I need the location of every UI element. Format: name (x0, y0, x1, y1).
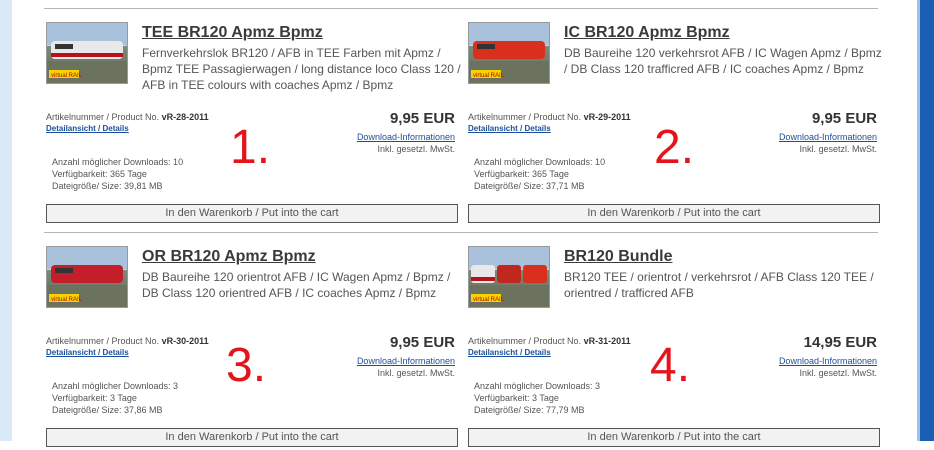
annotation-number-4: 4. (650, 339, 691, 392)
price: 14,95 EUR (803, 334, 877, 351)
left-frame (0, 0, 12, 441)
download-info-link[interactable]: Download-Informationen (779, 356, 877, 366)
price: 9,95 EUR (389, 110, 455, 127)
product-thumbnail[interactable]: virtual RAIL (468, 246, 550, 308)
annotation-number-3: 3. (226, 339, 267, 392)
product-card-2: virtual RAIL IC BR120 Apmz Bpmz DB Baure… (468, 12, 888, 226)
availability: Verfügbarkeit: 3 Tage (52, 393, 137, 403)
download-count: Anzahl möglicher Downloads: 10 (52, 157, 184, 167)
download-info-link[interactable]: Download-Informationen (779, 132, 877, 142)
file-size: Dateigröße/ Size: 77,79 MB (474, 405, 585, 415)
add-to-cart-button[interactable]: In den Warenkorb / Put into the cart (46, 204, 458, 223)
tax-note: Inkl. gesetzl. MwSt. (799, 368, 877, 378)
product-thumbnail[interactable]: virtual RAIL (468, 22, 550, 84)
train-image-icon: virtual RAIL (47, 247, 127, 307)
price: 9,95 EUR (389, 334, 455, 351)
product-thumbnail[interactable]: virtual RAIL (46, 22, 128, 84)
product-description: BR120 TEE / orientrot / verkehrsrot / AF… (564, 270, 874, 300)
details-link[interactable]: Detailansicht / Details (468, 348, 551, 357)
article-number: Artikelnummer / Product No. vR-29-2011 (468, 112, 631, 122)
availability: Verfügbarkeit: 365 Tage (52, 169, 147, 179)
annotation-number-2: 2. (654, 121, 695, 174)
product-card-1: virtual RAIL TEE BR120 Apmz Bpmz Fernver… (46, 12, 466, 226)
product-thumbnail[interactable]: virtual RAIL (46, 246, 128, 308)
product-description: DB Baureihe 120 orientrot AFB / IC Wagen… (142, 270, 451, 300)
tax-note: Inkl. gesetzl. MwSt. (377, 144, 455, 154)
product-description: DB Baureihe 120 verkehrsrot AFB / IC Wag… (564, 46, 882, 76)
details-link[interactable]: Detailansicht / Details (46, 124, 129, 133)
product-title[interactable]: IC BR120 Apmz Bpmz (564, 24, 730, 42)
details-link[interactable]: Detailansicht / Details (46, 348, 129, 357)
availability: Verfügbarkeit: 3 Tage (474, 393, 559, 403)
download-count: Anzahl möglicher Downloads: 3 (52, 381, 179, 391)
file-size: Dateigröße/ Size: 37,71 MB (474, 181, 585, 191)
add-to-cart-button[interactable]: In den Warenkorb / Put into the cart (46, 428, 458, 447)
availability: Verfügbarkeit: 365 Tage (474, 169, 569, 179)
train-image-icon: virtual RAIL (469, 247, 549, 307)
annotation-number-1: 1. (230, 121, 271, 174)
right-frame (920, 0, 934, 441)
tax-note: Inkl. gesetzl. MwSt. (377, 368, 455, 378)
product-title[interactable]: BR120 Bundle (564, 248, 672, 266)
product-title[interactable]: OR BR120 Apmz Bpmz (142, 248, 316, 266)
train-image-icon: virtual RAIL (47, 23, 127, 83)
article-number: Artikelnummer / Product No. vR-30-2011 (46, 336, 209, 346)
article-number: Artikelnummer / Product No. vR-28-2011 (46, 112, 209, 122)
add-to-cart-button[interactable]: In den Warenkorb / Put into the cart (468, 428, 880, 447)
article-number: Artikelnummer / Product No. vR-31-2011 (468, 336, 631, 346)
add-to-cart-button[interactable]: In den Warenkorb / Put into the cart (468, 204, 880, 223)
download-count: Anzahl möglicher Downloads: 10 (474, 157, 606, 167)
top-divider (44, 8, 878, 9)
download-meta: Anzahl möglicher Downloads: 10 Verfügbar… (474, 156, 605, 192)
file-size: Dateigröße/ Size: 39,81 MB (52, 181, 163, 191)
file-size: Dateigröße/ Size: 37,86 MB (52, 405, 163, 415)
details-link[interactable]: Detailansicht / Details (468, 124, 551, 133)
tax-note: Inkl. gesetzl. MwSt. (799, 144, 877, 154)
middle-divider (44, 232, 878, 233)
svg-text:virtual RAIL: virtual RAIL (51, 73, 83, 79)
price: 9,95 EUR (811, 110, 877, 127)
train-image-icon: virtual RAIL (469, 23, 549, 83)
download-info-link[interactable]: Download-Informationen (357, 132, 455, 142)
product-description: Fernverkehrslok BR120 / AFB in TEE Farbe… (142, 46, 461, 92)
download-count: Anzahl möglicher Downloads: 3 (474, 381, 601, 391)
svg-text:virtual RAIL: virtual RAIL (473, 297, 505, 303)
svg-text:virtual RAIL: virtual RAIL (473, 73, 505, 79)
download-meta: Anzahl möglicher Downloads: 3 Verfügbark… (52, 380, 178, 416)
product-title[interactable]: TEE BR120 Apmz Bpmz (142, 24, 323, 42)
download-meta: Anzahl möglicher Downloads: 3 Verfügbark… (474, 380, 600, 416)
download-info-link[interactable]: Download-Informationen (357, 356, 455, 366)
download-meta: Anzahl möglicher Downloads: 10 Verfügbar… (52, 156, 183, 192)
svg-text:virtual RAIL: virtual RAIL (51, 297, 83, 303)
